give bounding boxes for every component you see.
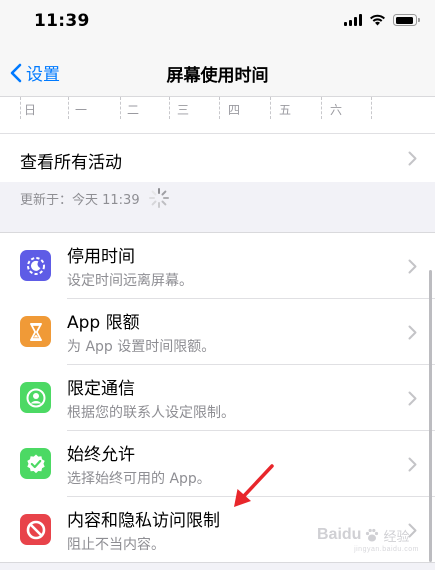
menu-row-downtime[interactable]: 停用时间 设定时间远离屏幕。 [0,233,435,299]
menu-row-subtitle: 阻止不当内容。 [67,537,165,553]
menu-row-title: App 限额 [67,313,140,333]
see-all-activity-row[interactable]: 查看所有活动 [0,133,435,182]
menu-row-subtitle: 为 App 设置时间限额。 [67,339,216,355]
menu-row-app-limits[interactable]: App 限额 为 App 设置时间限额。 [0,299,435,365]
weekday-label: 五 [279,103,292,117]
moon-clock-icon [20,250,51,281]
grid-line [169,97,170,119]
status-bar: 11:39 [0,0,435,44]
weekday-label: 六 [330,103,343,117]
checkmark-seal-icon [20,448,51,479]
wifi-icon [370,14,385,26]
scroll-indicator [429,270,432,562]
menu-row-title: 始终允许 [67,445,135,465]
chevron-right-icon [408,259,417,274]
cellular-signal-icon [344,14,362,26]
weekday-label: 二 [127,103,140,117]
week-chart-strip: 日 一 二 三 四 五 六 [0,96,435,134]
update-status: 更新于：今天 11:39 [20,187,170,209]
status-time: 11:39 [34,11,90,31]
person-circle-icon [20,382,51,413]
loading-spinner-icon [148,188,169,208]
menu-row-title: 内容和隐私访问限制 [67,511,220,531]
grid-line [20,97,21,119]
update-text: 更新于：今天 11:39 [20,192,140,208]
watermark-url: jingyan.baidu.com [354,546,419,553]
baidu-jingyan-watermark: Baidu 经验 [317,521,427,549]
see-all-activity-label: 查看所有活动 [20,153,122,173]
chevron-right-icon [408,457,417,472]
menu-row-title: 停用时间 [67,247,135,267]
battery-icon [393,14,420,26]
watermark-cn: 经验 [383,529,410,545]
menu-row-subtitle: 根据您的联系人设定限制。 [67,405,235,421]
menu-row-subtitle: 选择始终可用的 App。 [67,471,211,487]
prohibited-icon [20,514,51,545]
watermark-brand: Baidu [317,526,362,543]
weekday-label: 三 [177,103,190,117]
nav-bar: 设置 屏幕使用时间 [0,44,435,96]
hourglass-icon [20,316,51,347]
chevron-right-icon [408,391,417,406]
grid-line [120,97,121,119]
page-title: 屏幕使用时间 [166,66,269,86]
menu-row-title: 限定通信 [67,379,135,399]
paw-icon [366,528,379,542]
status-icons [344,14,420,26]
menu-row-communication-limits[interactable]: 限定通信 根据您的联系人设定限制。 [0,365,435,431]
menu-row-always-allowed[interactable]: 始终允许 选择始终可用的 App。 [0,431,435,497]
grid-line [371,97,372,119]
grid-line [219,97,220,119]
weekday-label: 一 [75,103,88,117]
chevron-right-icon [408,325,417,340]
weekday-label: 日 [24,103,37,117]
grid-line [270,97,271,119]
red-arrow-annotation-icon [234,464,274,507]
chevron-right-icon [408,151,417,166]
weekday-label: 四 [228,103,241,117]
menu-row-subtitle: 设定时间远离屏幕。 [67,273,193,289]
screen-time-settings-list: 停用时间 设定时间远离屏幕。 App 限额 为 App 设置时间限额。 限定通信… [0,232,435,563]
grid-line [321,97,322,119]
grid-line [68,97,69,119]
